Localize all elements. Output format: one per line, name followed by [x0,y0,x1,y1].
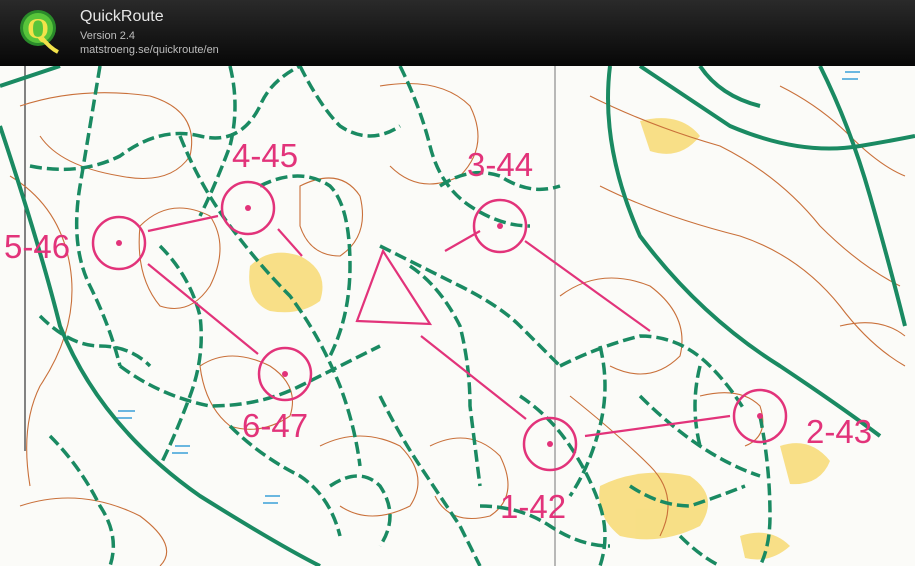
orienteering-map[interactable]: 1-42 2-43 3-44 4-45 5-46 6-47 [0,66,915,566]
app-version: Version 2.4 [80,30,136,42]
app-title: QuickRoute [80,8,164,25]
quickroute-logo: Q [18,8,60,54]
control-label-6: 6-47 [242,407,308,444]
control-label-2: 2-43 [806,413,872,450]
map-canvas: 1-42 2-43 3-44 4-45 5-46 6-47 [0,66,915,566]
control-label-1: 1-42 [500,488,566,525]
control-label-5: 5-46 [4,228,70,265]
control-label-4: 4-45 [232,137,298,174]
app-header: Q QuickRoute Version 2.4 matstroeng.se/q… [0,0,915,66]
app-url[interactable]: matstroeng.se/quickroute/en [80,44,219,56]
control-label-3: 3-44 [467,146,533,183]
